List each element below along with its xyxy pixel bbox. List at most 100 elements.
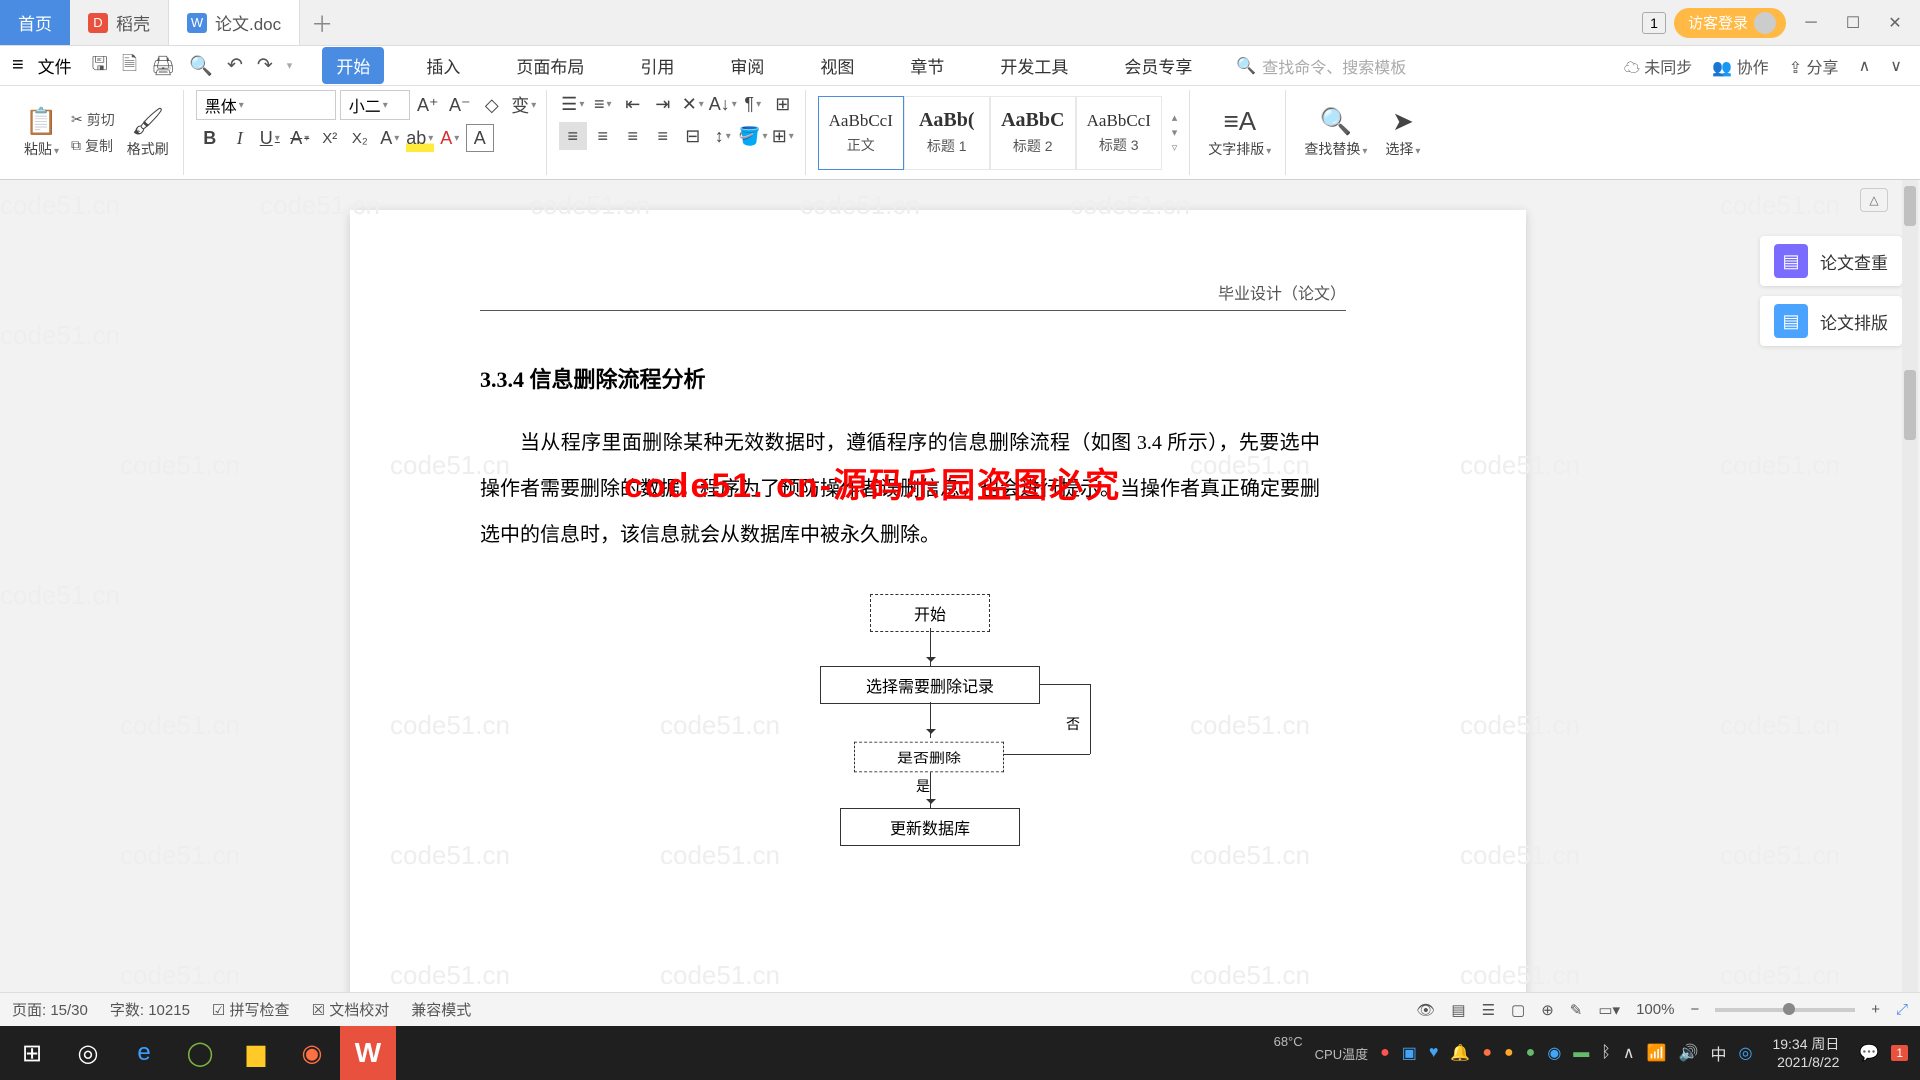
subscript-button[interactable]: X₂	[346, 124, 374, 152]
notifications-icon[interactable]: 💬	[1859, 1043, 1879, 1063]
tray-icon[interactable]: ●	[1504, 1044, 1514, 1062]
char-border-button[interactable]: A	[466, 124, 494, 152]
shrink-font-button[interactable]: A⁻	[446, 91, 474, 119]
app-icon[interactable]: ◉	[284, 1026, 340, 1080]
menu-tab-layout[interactable]: 页面布局	[502, 47, 598, 84]
ime-indicator[interactable]: 中	[1710, 1041, 1726, 1065]
window-count-badge[interactable]: 1	[1642, 12, 1666, 34]
view-reading-icon[interactable]: ▢	[1511, 1001, 1525, 1019]
tray-icon[interactable]: 🔔	[1450, 1043, 1470, 1063]
sync-status[interactable]: ☁ 未同步	[1624, 54, 1692, 78]
menu-tab-start[interactable]: 开始	[322, 47, 384, 84]
zoom-out-button[interactable]: −	[1690, 1001, 1699, 1018]
word-count[interactable]: 字数: 10215	[110, 999, 190, 1020]
redo-icon[interactable]: ↷	[257, 54, 273, 77]
spellcheck-toggle[interactable]: ☑ 拼写检查	[212, 999, 290, 1020]
side-check-plagiarism[interactable]: ▤ 论文查重	[1760, 236, 1902, 286]
align-right-button[interactable]: ≡	[619, 122, 647, 150]
undo-icon[interactable]: ↶	[227, 54, 243, 77]
menu-tab-devtools[interactable]: 开发工具	[986, 47, 1082, 84]
tray-icon[interactable]: ♥	[1429, 1044, 1439, 1062]
ribbon-collapse-up-icon[interactable]: ∧	[1859, 56, 1871, 76]
page[interactable]: 毕业设计（论文） 3.3.4 信息删除流程分析 当从程序里面删除某种无效数据时，…	[350, 210, 1526, 1040]
volume-icon[interactable]: 🔊	[1679, 1043, 1699, 1063]
style-heading1[interactable]: AaBb(标题 1	[904, 96, 990, 170]
system-clock[interactable]: 19:34 周日 2021/8/22	[1764, 1035, 1847, 1071]
command-search[interactable]: 🔍 查找命令、搜索模板	[1236, 54, 1406, 78]
minimize-button[interactable]: ─	[1794, 8, 1828, 38]
styles-scroll-down-icon[interactable]: ▾	[1172, 126, 1178, 139]
line-spacing-button[interactable]: ↕	[709, 122, 737, 150]
zoom-knob[interactable]	[1783, 1003, 1795, 1015]
clear-format-button[interactable]: ◇	[478, 91, 506, 119]
style-heading2[interactable]: AaBbC标题 2	[990, 96, 1076, 170]
print-icon[interactable]: 🖨	[151, 54, 175, 78]
font-size-select[interactable]: 小二	[340, 90, 410, 120]
shading-button[interactable]: 🪣	[739, 122, 767, 150]
align-center-button[interactable]: ≡	[589, 122, 617, 150]
share-button[interactable]: ⇪ 分享	[1789, 54, 1839, 78]
asian-layout-button[interactable]: ✕	[679, 90, 707, 118]
align-left-button[interactable]: ≡	[559, 122, 587, 150]
copy-button[interactable]: ⧉复制	[71, 136, 115, 156]
view-page-icon[interactable]: ▤	[1451, 1001, 1465, 1019]
italic-button[interactable]: I	[226, 124, 254, 152]
toggle-marks-button[interactable]: ⊞	[769, 90, 797, 118]
maximize-button[interactable]: ☐	[1836, 8, 1870, 38]
tray-icon[interactable]: ●	[1482, 1044, 1492, 1062]
zoom-level[interactable]: 100%	[1636, 1001, 1674, 1018]
bullets-button[interactable]: ☰	[559, 90, 587, 118]
collaborate-button[interactable]: 👥 协作	[1712, 54, 1768, 78]
tab-document[interactable]: W 论文.doc	[169, 0, 300, 45]
tab-home[interactable]: 首页	[0, 0, 70, 45]
phonetic-button[interactable]: 变	[510, 91, 538, 119]
file-menu[interactable]: 文件	[38, 53, 72, 78]
tray-icon[interactable]: ●	[1526, 1044, 1536, 1062]
underline-button[interactable]: U	[256, 124, 284, 152]
styles-scroll-up-icon[interactable]: ▴	[1172, 111, 1178, 124]
collapse-side-icon[interactable]: △	[1860, 188, 1888, 212]
eye-care-icon[interactable]: 👁	[1416, 1001, 1435, 1019]
menu-tab-review[interactable]: 审阅	[716, 47, 778, 84]
menu-tab-reference[interactable]: 引用	[626, 47, 688, 84]
explorer-icon[interactable]: ▆	[228, 1026, 284, 1080]
borders-button[interactable]: ⊞	[769, 122, 797, 150]
select-button[interactable]: ➤选择	[1379, 105, 1426, 161]
menu-tab-view[interactable]: 视图	[806, 47, 868, 84]
cpu-temp-label[interactable]: CPU温度	[1315, 1044, 1368, 1063]
sort-button[interactable]: A↓	[709, 90, 737, 118]
paste-button[interactable]: 📋 粘贴	[18, 105, 65, 161]
tray-icon[interactable]: ◎	[1738, 1043, 1752, 1063]
save-icon[interactable]: 🖫	[92, 50, 108, 82]
align-justify-button[interactable]: ≡	[649, 122, 677, 150]
distributed-button[interactable]: ⊟	[679, 122, 707, 150]
font-color-button[interactable]: A	[436, 124, 464, 152]
bluetooth-icon[interactable]: ᛒ	[1601, 1044, 1611, 1062]
zoom-in-button[interactable]: +	[1871, 1001, 1880, 1018]
indent-decrease-button[interactable]: ⇤	[619, 90, 647, 118]
bold-button[interactable]: B	[196, 124, 224, 152]
print-preview-icon[interactable]: 🔍	[189, 54, 213, 78]
ie-icon[interactable]: e	[116, 1026, 172, 1080]
text-layout-button[interactable]: ≡A文字排版	[1202, 105, 1277, 161]
taskview-icon[interactable]: ◎	[60, 1026, 116, 1080]
menu-tab-insert[interactable]: 插入	[412, 47, 474, 84]
numbering-button[interactable]: ≡	[589, 90, 617, 118]
superscript-button[interactable]: X²	[316, 124, 344, 152]
wps-icon[interactable]: W	[340, 1026, 396, 1080]
vertical-scrollbar[interactable]	[1902, 180, 1918, 1040]
doc-check-toggle[interactable]: ☒ 文档校对	[312, 999, 390, 1020]
view-outline-icon[interactable]: ☰	[1482, 1001, 1495, 1019]
style-normal[interactable]: AaBbCcI正文	[818, 96, 904, 170]
tray-icon[interactable]: ▣	[1402, 1043, 1417, 1063]
grow-font-button[interactable]: A⁺	[414, 91, 442, 119]
font-name-select[interactable]: 黑体	[196, 90, 336, 120]
start-button[interactable]: ⊞	[4, 1026, 60, 1080]
new-tab-button[interactable]: ＋	[300, 0, 344, 45]
menu-tab-chapter[interactable]: 章节	[896, 47, 958, 84]
tray-icon[interactable]: ◉	[1547, 1043, 1561, 1063]
close-button[interactable]: ✕	[1878, 8, 1912, 38]
page-indicator[interactable]: 页面: 15/30	[12, 999, 88, 1020]
highlight-button[interactable]: ab	[406, 124, 434, 152]
save-as-icon[interactable]: 🗎	[122, 50, 137, 82]
